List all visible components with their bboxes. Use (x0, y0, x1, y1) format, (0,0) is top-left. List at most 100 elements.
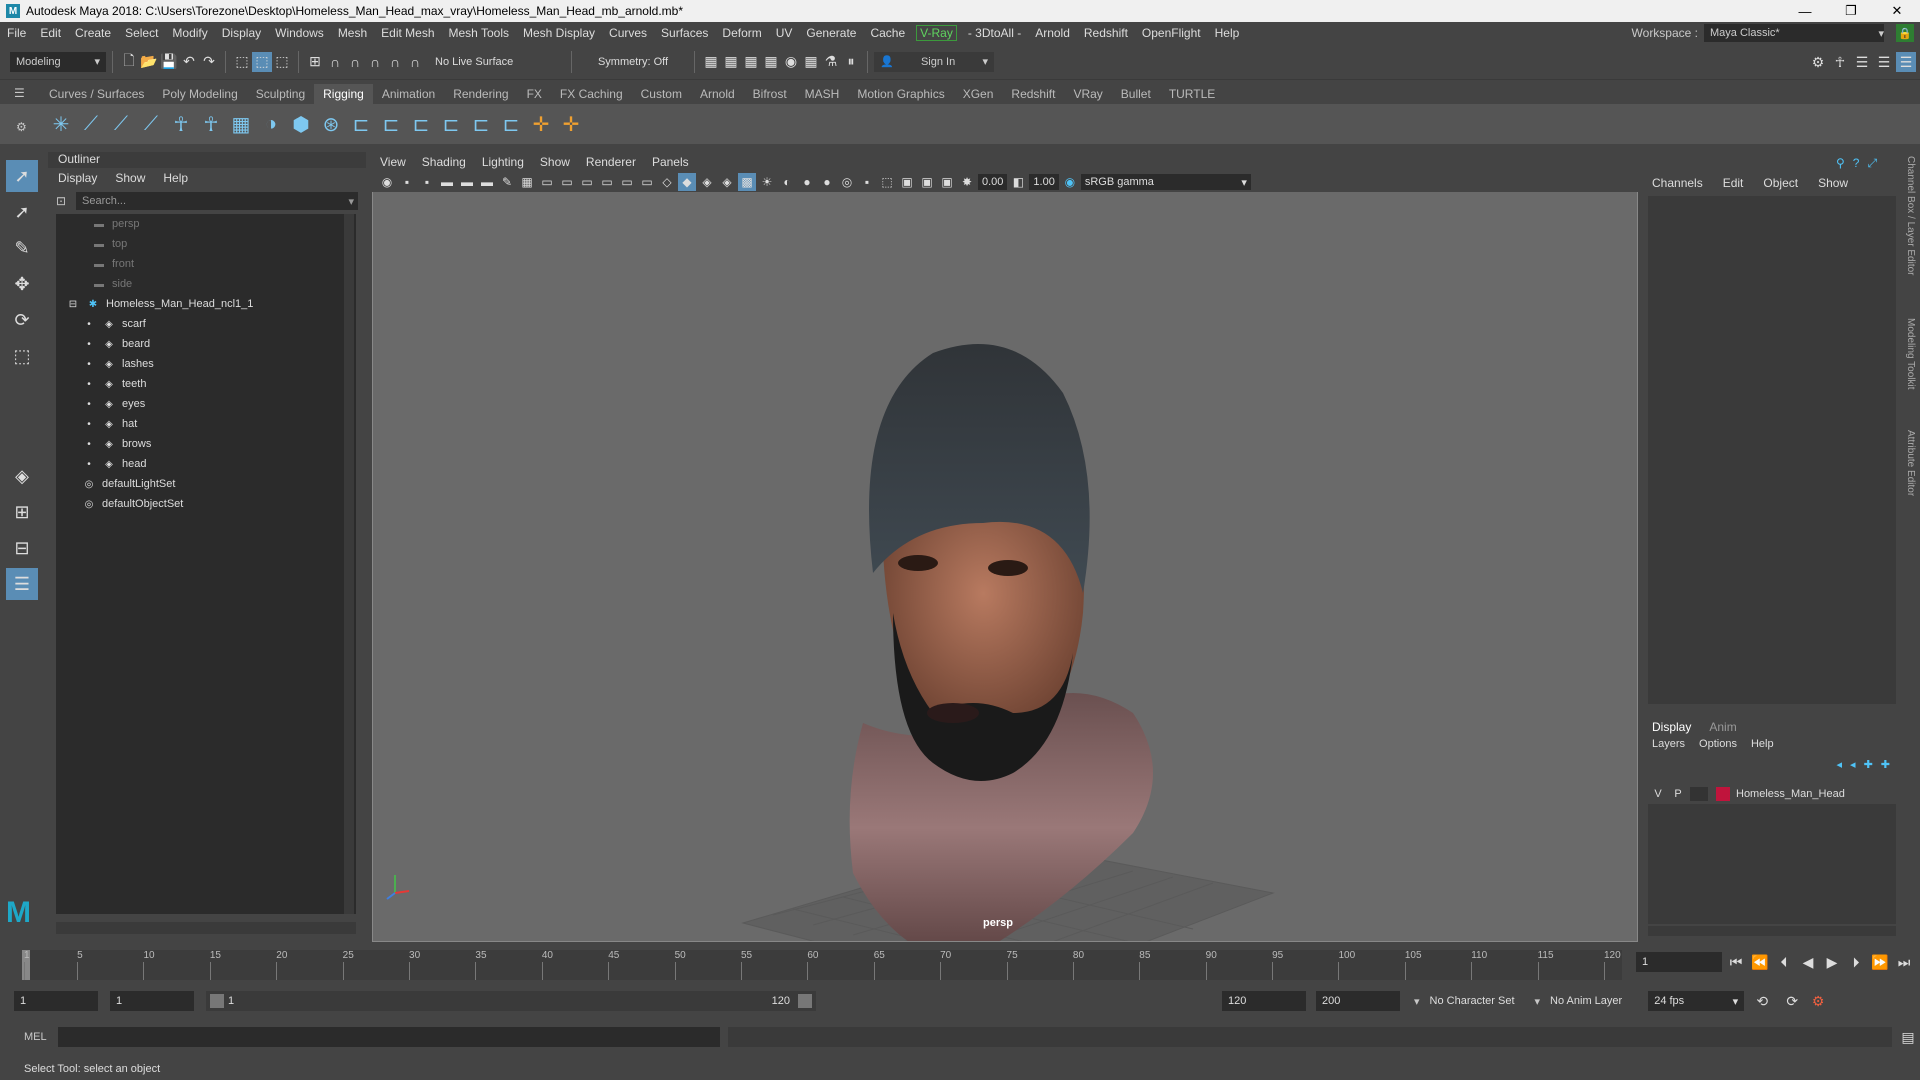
safe-title-icon[interactable]: ▭ (638, 173, 656, 191)
select-camera-icon[interactable]: ◉ (378, 173, 396, 191)
cluster-icon[interactable]: ⊛ (316, 109, 346, 139)
shelf-tab-sculpting[interactable]: Sculpting (247, 84, 314, 104)
grease-pencil-icon[interactable]: ✎ (498, 173, 516, 191)
two-view-icon[interactable]: ⊟ (6, 532, 38, 564)
go-to-end-icon[interactable]: ⏭ (1894, 952, 1914, 972)
mirror-joint-icon[interactable]: ⟋ (136, 109, 166, 139)
minimize-button[interactable]: — (1782, 0, 1828, 22)
use-all-lights-icon[interactable]: ☀ (758, 173, 776, 191)
single-view-icon[interactable]: ◈ (6, 460, 38, 492)
depth-of-field-icon[interactable]: ▪ (858, 173, 876, 191)
smooth-shade-icon[interactable]: ◆ (678, 173, 696, 191)
snap-live-icon[interactable]: ∩ (405, 52, 425, 72)
snap-view-icon[interactable]: ∩ (365, 52, 385, 72)
playback-start-field[interactable]: 1 (110, 991, 194, 1011)
list-item[interactable]: • ◈ lashes (56, 354, 356, 374)
expand-icon[interactable]: • (82, 319, 96, 330)
scale-tool-icon[interactable]: ⬚ (6, 340, 38, 372)
script-editor-icon[interactable]: ▤ (1898, 1027, 1918, 1047)
channel-box-body[interactable] (1648, 196, 1896, 704)
render-view-icon[interactable]: ▦ (701, 52, 721, 72)
wireframe-icon[interactable]: ◇ (658, 173, 676, 191)
play-forwards-icon[interactable]: ▶ (1822, 952, 1842, 972)
light-editor-icon[interactable]: ⚗ (821, 52, 841, 72)
list-item[interactable]: • ◈ scarf (56, 314, 356, 334)
command-input[interactable] (58, 1027, 720, 1047)
aim-constraint-icon[interactable]: ⊏ (376, 109, 406, 139)
point-constraint-icon[interactable]: ⊏ (346, 109, 376, 139)
film-gate-icon[interactable]: ▭ (538, 173, 556, 191)
anim-prefs-icon[interactable]: ⚙ (1808, 991, 1828, 1011)
shelf-tab-rigging[interactable]: Rigging (314, 84, 373, 104)
menu-edit[interactable]: Edit (33, 26, 68, 40)
tool-settings-icon[interactable]: ☰ (1874, 52, 1894, 72)
playback-end-field[interactable]: 120 (1222, 991, 1306, 1011)
loop-icon[interactable]: ⟲ (1752, 991, 1772, 1011)
current-frame-field[interactable]: 1 (1636, 952, 1722, 972)
tab-display[interactable]: Display (1652, 720, 1691, 734)
step-forward-key-icon[interactable]: ⏩ (1870, 952, 1890, 972)
gamma-field[interactable]: 1.00 (1029, 174, 1059, 190)
play-backwards-icon[interactable]: ◀ (1798, 952, 1818, 972)
shelf-tab-mash[interactable]: MASH (796, 84, 849, 104)
time-ruler[interactable]: 1 5 10 15 20 25 30 35 40 45 50 55 60 65 70 75 80 85 90 95 10… (22, 950, 1622, 980)
menu-curves[interactable]: Curves (602, 26, 654, 40)
range-end-handle[interactable] (798, 994, 812, 1008)
bookmarks-icon[interactable]: ▬ (438, 173, 456, 191)
menu-cache[interactable]: Cache (863, 26, 912, 40)
set-driven-key-icon[interactable]: ✛ (556, 109, 586, 139)
anti-aliasing-icon[interactable]: ◎ (838, 173, 856, 191)
command-language-label[interactable]: MEL (0, 1031, 58, 1043)
layer-color-swatch[interactable] (1716, 787, 1730, 801)
filter-icon[interactable]: ⊡ (56, 194, 66, 208)
help-icon[interactable]: ? (1853, 156, 1860, 171)
shelf-tab-motion-graphics[interactable]: Motion Graphics (848, 84, 953, 104)
menu-edit-mesh[interactable]: Edit Mesh (374, 26, 441, 40)
screen-space-ao-icon[interactable]: ● (798, 173, 816, 191)
expand-icon[interactable]: • (82, 339, 96, 350)
orient-constraint-icon[interactable]: ⊏ (406, 109, 436, 139)
four-view-icon[interactable]: ⊞ (6, 496, 38, 528)
move-layer-up-icon[interactable]: ◂ (1837, 758, 1843, 771)
menu-select[interactable]: Select (118, 26, 165, 40)
list-item[interactable]: ▬ front (56, 254, 356, 274)
shelf-settings-icon[interactable]: ⚙ (16, 120, 27, 134)
pin-icon[interactable]: ⚲ (1836, 156, 1845, 171)
move-tool-icon[interactable]: ✥ (6, 268, 38, 300)
shelf-tab-poly-modeling[interactable]: Poly Modeling (153, 84, 246, 104)
paint-weights-icon[interactable]: ◑ (256, 109, 286, 139)
tab-attribute-editor[interactable]: Attribute Editor (1905, 430, 1916, 530)
list-item[interactable]: ◎ defaultObjectSet (56, 494, 356, 514)
workspace-select[interactable]: Maya Classic* ▾ (1704, 24, 1884, 42)
outliner-search-input[interactable]: Search... ▾ (76, 192, 358, 210)
view-transform-select[interactable]: sRGB gamma ▾ (1080, 174, 1251, 190)
list-item[interactable]: • ◈ teeth (56, 374, 356, 394)
layer-visibility-toggle[interactable]: V (1648, 788, 1668, 800)
layer-playback-toggle[interactable]: P (1668, 788, 1688, 800)
expand-icon[interactable]: • (82, 439, 96, 450)
color-management-icon[interactable]: ◉ (1061, 173, 1079, 191)
layer-hscrollbar[interactable] (1648, 926, 1896, 936)
open-scene-icon[interactable]: 📂 (139, 52, 159, 72)
channel-box-icon[interactable]: ☰ (1896, 52, 1916, 72)
shelf-tab-fx-caching[interactable]: FX Caching (551, 84, 632, 104)
menu-3dtoall[interactable]: - 3DtoAll - (961, 26, 1028, 40)
channel-menu-edit[interactable]: Edit (1723, 176, 1744, 190)
menu-uv[interactable]: UV (769, 26, 800, 40)
viewport-menu-renderer[interactable]: Renderer (586, 155, 636, 169)
outliner-layout-icon[interactable]: ☰ (6, 568, 38, 600)
shelf-tab-custom[interactable]: Custom (632, 84, 691, 104)
symmetry-dropdown[interactable]: Symmetry: Off (578, 52, 688, 72)
quick-rig-icon[interactable]: ☥ (166, 109, 196, 139)
menu-help[interactable]: Help (1208, 26, 1247, 40)
shelf-menu-icon[interactable]: ☰ (14, 86, 25, 100)
ik-spline-icon[interactable]: ⟋ (106, 109, 136, 139)
gate-mask-icon[interactable]: ▭ (578, 173, 596, 191)
lasso-tool-icon[interactable]: ➚ (6, 196, 38, 228)
bind-skin-icon[interactable]: ▦ (226, 109, 256, 139)
camera-attributes-icon[interactable]: ▪ (418, 173, 436, 191)
range-start-handle[interactable] (210, 994, 224, 1008)
viewport-menu-lighting[interactable]: Lighting (482, 155, 524, 169)
expand-icon[interactable]: • (82, 359, 96, 370)
viewport-menu-view[interactable]: View (380, 155, 406, 169)
